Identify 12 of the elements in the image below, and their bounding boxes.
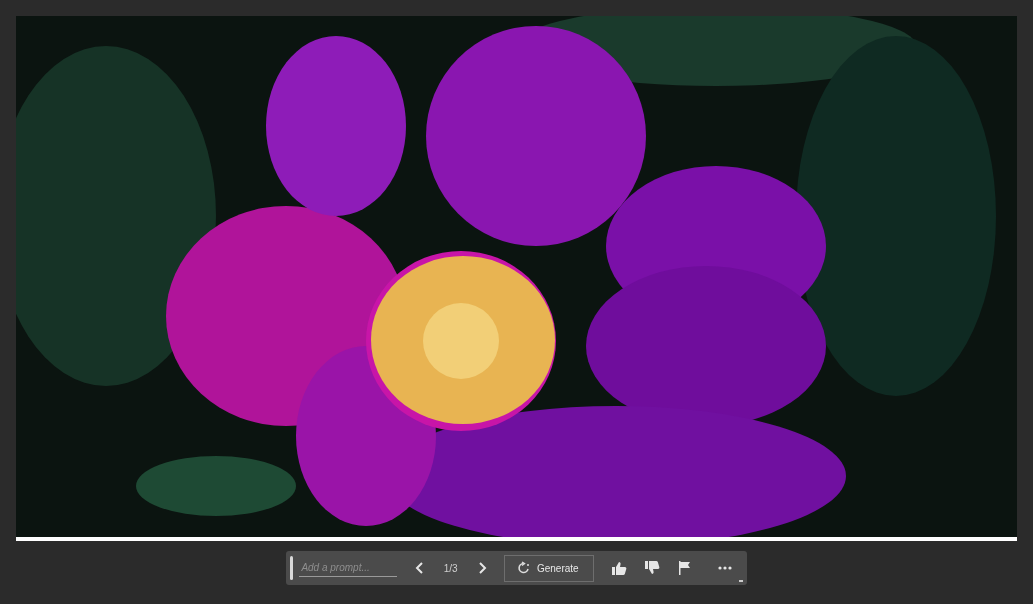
chevron-left-icon — [414, 562, 425, 574]
thumbs-down-icon — [644, 561, 660, 575]
flag-icon — [677, 561, 691, 575]
page-counter: 1/3 — [443, 562, 458, 574]
prompt-field[interactable]: Add a prompt... — [299, 559, 398, 577]
more-icon — [717, 566, 732, 570]
drag-handle[interactable] — [290, 556, 294, 580]
chevron-right-icon — [476, 562, 487, 574]
generate-button[interactable]: Generate — [503, 554, 594, 582]
refresh-icon — [516, 561, 531, 575]
resize-handle[interactable] — [739, 580, 743, 582]
thumbs-up-icon — [612, 561, 628, 575]
